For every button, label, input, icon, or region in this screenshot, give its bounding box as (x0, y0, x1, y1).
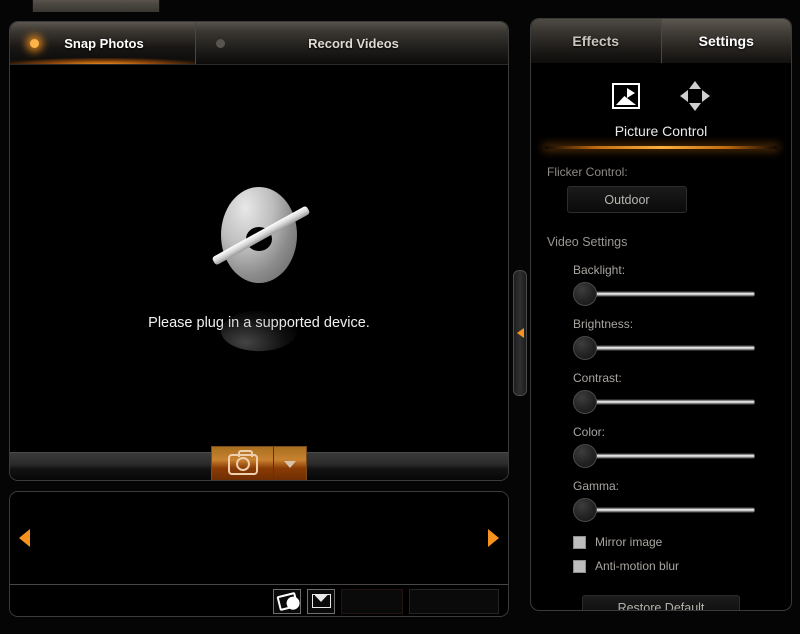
checkbox-anti-motion-blur-label: Anti-motion blur (595, 559, 680, 573)
slider-contrast-label: Contrast: (573, 371, 622, 385)
capture-bar (10, 446, 508, 480)
status-dot-icon (30, 38, 39, 48)
slider-color-label: Color: (573, 425, 606, 439)
slider-contrast: Contrast: (531, 363, 791, 417)
tab-snap-photos[interactable]: Snap Photos (10, 22, 196, 64)
filmstrip-prev-arrow-icon[interactable] (19, 529, 30, 547)
restore-default-button[interactable]: Restore Default (582, 595, 740, 610)
slider-brightness-knob[interactable] (573, 336, 597, 360)
filmstrip-next-arrow-icon[interactable] (488, 529, 499, 547)
slider-backlight-label: Backlight: (573, 263, 626, 277)
panel-collapse-handle[interactable] (513, 270, 527, 396)
slider-brightness-control[interactable] (573, 335, 755, 361)
video-preview-area: Please plug in a supported device. (10, 64, 508, 452)
no-device-icon (211, 186, 311, 351)
envelope-icon (311, 594, 331, 608)
webcam-app-window: Snap Photos Record Videos Please plug in… (0, 0, 800, 634)
film-reel-icon (275, 591, 299, 611)
disabled-button-1[interactable] (341, 588, 403, 614)
viewer-card: Snap Photos Record Videos Please plug in… (9, 21, 509, 481)
slider-contrast-control[interactable] (573, 389, 755, 415)
slider-backlight-knob[interactable] (573, 282, 597, 306)
disabled-button-2[interactable] (409, 588, 499, 614)
panel-tabstrip: Effects Settings (531, 19, 791, 63)
flicker-control-dropdown[interactable]: Outdoor (567, 186, 687, 213)
settings-mode-icons (531, 69, 791, 123)
capture-options-dropdown[interactable] (274, 447, 306, 480)
mode-tabstrip: Snap Photos Record Videos (10, 22, 508, 64)
tab-record-videos-label: Record Videos (308, 35, 399, 51)
settings-body: Picture Control Flicker Control: Outdoor… (531, 69, 791, 610)
tab-effects[interactable]: Effects (531, 19, 662, 63)
slider-brightness: Brightness: (531, 309, 791, 363)
checkbox-anti-motion-blur-box[interactable] (573, 559, 586, 573)
slider-color-knob[interactable] (573, 444, 597, 468)
slider-color-control[interactable] (573, 443, 755, 469)
settings-panel: Effects Settings Picture Control Flicker… (530, 18, 792, 611)
slider-gamma-knob[interactable] (573, 498, 597, 522)
filmstrip-thumbnails (10, 492, 508, 584)
checkbox-anti-motion-blur[interactable]: Anti-motion blur (531, 549, 791, 573)
slider-color: Color: (531, 417, 791, 471)
slider-brightness-label: Brightness: (573, 317, 634, 331)
section-divider (545, 146, 777, 149)
email-button[interactable] (307, 588, 335, 614)
camera-icon (227, 449, 258, 475)
chevron-down-icon (284, 460, 296, 468)
flicker-control-label: Flicker Control: (547, 165, 628, 179)
filmstrip-card (9, 491, 509, 617)
video-settings-title: Video Settings (547, 235, 628, 249)
slider-backlight-control[interactable] (573, 281, 755, 307)
picture-control-icon[interactable] (612, 83, 640, 109)
tab-settings[interactable]: Settings (661, 19, 791, 63)
tab-record-videos[interactable]: Record Videos (196, 22, 508, 64)
background-window-stub (32, 0, 160, 12)
film-reel-button[interactable] (273, 588, 301, 614)
capture-photo-button[interactable] (212, 447, 274, 480)
slider-gamma-control[interactable] (573, 497, 755, 523)
tab-snap-photos-label: Snap Photos (64, 35, 144, 51)
slider-contrast-knob[interactable] (573, 390, 597, 414)
slider-gamma-label: Gamma: (573, 479, 620, 493)
capture-control-group (211, 446, 307, 480)
arrow-left-icon (516, 328, 524, 338)
filmstrip-toolbar (10, 584, 508, 616)
pan-tilt-icon[interactable] (680, 81, 710, 111)
checkbox-mirror-image-box[interactable] (573, 535, 586, 549)
checkbox-mirror-image-label: Mirror image (595, 535, 663, 549)
slider-gamma: Gamma: (531, 471, 791, 525)
status-dot-icon (216, 38, 225, 48)
left-pane: Snap Photos Record Videos Please plug in… (0, 12, 527, 624)
checkbox-mirror-image[interactable]: Mirror image (531, 525, 791, 549)
section-title: Picture Control (614, 123, 708, 139)
slider-backlight: Backlight: (531, 255, 791, 309)
